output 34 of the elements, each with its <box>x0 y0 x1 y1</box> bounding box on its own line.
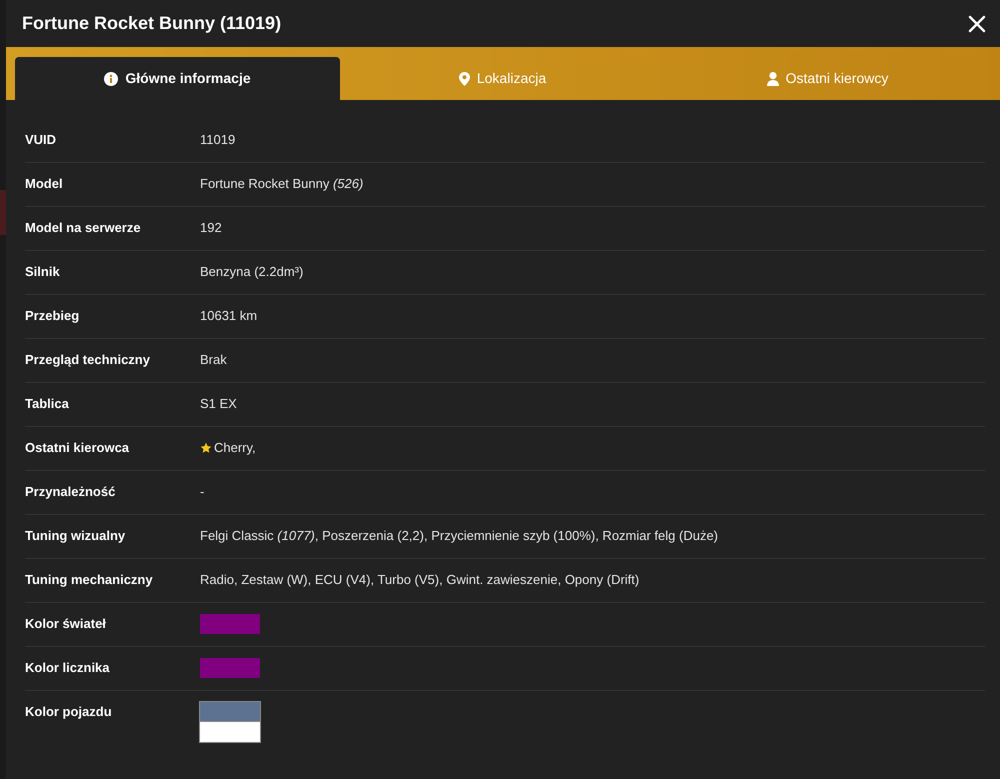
field-label: Przegląd techniczny <box>25 351 151 369</box>
user-icon <box>766 72 779 86</box>
field-label: Silnik <box>25 263 61 281</box>
field-value: S1 EX <box>200 395 237 413</box>
field-value: - <box>200 483 204 501</box>
field-value: 10631 km <box>200 307 258 325</box>
field-value: Benzyna (2.2dm³) <box>200 263 304 281</box>
field-value: 192 <box>200 219 222 237</box>
tab[interactable]: Główne informacje <box>15 57 340 100</box>
dialog-title: Fortune Rocket Bunny (11019) <box>22 12 282 34</box>
info-icon <box>104 72 118 86</box>
field-label: Kolor pojazdu <box>25 703 113 721</box>
field-label: Tablica <box>25 395 70 413</box>
tab[interactable]: Lokalizacja <box>340 57 665 100</box>
field-value: Fortune Rocket Bunny (526) <box>200 175 364 193</box>
field-value: 11019 <box>200 131 236 149</box>
star-icon <box>200 442 212 454</box>
field-label: Model na serwerze <box>25 219 142 237</box>
field-value: Radio, Zestaw (W), ECU (V4), Turbo (V5), Gwint. zawieszenie, Opony (Drift) <box>200 571 640 589</box>
map-pin-icon <box>458 72 470 86</box>
field-label: Przebieg <box>25 307 80 325</box>
field-label: Ostatni kierowca <box>25 439 130 457</box>
close-icon <box>968 14 986 32</box>
field-label: Kolor licznika <box>25 659 111 677</box>
field-label: Kolor świateł <box>25 615 107 633</box>
field-label: VUID <box>25 131 58 149</box>
field-label: Model <box>25 175 64 193</box>
field-label: Przynależność <box>25 483 116 501</box>
driver-name: Cherry, <box>214 439 256 457</box>
field-value: Brak <box>200 351 227 369</box>
field-label: Tuning mechaniczny <box>25 571 154 589</box>
field-value: Felgi Classic (1077), Poszerzenia (2,2), Przyciemnienie szyb (100%), Rozmiar felg (Duże) <box>200 527 718 545</box>
field-label: Tuning wizualny <box>25 527 126 545</box>
tab[interactable]: Ostatni kierowcy <box>665 57 990 100</box>
